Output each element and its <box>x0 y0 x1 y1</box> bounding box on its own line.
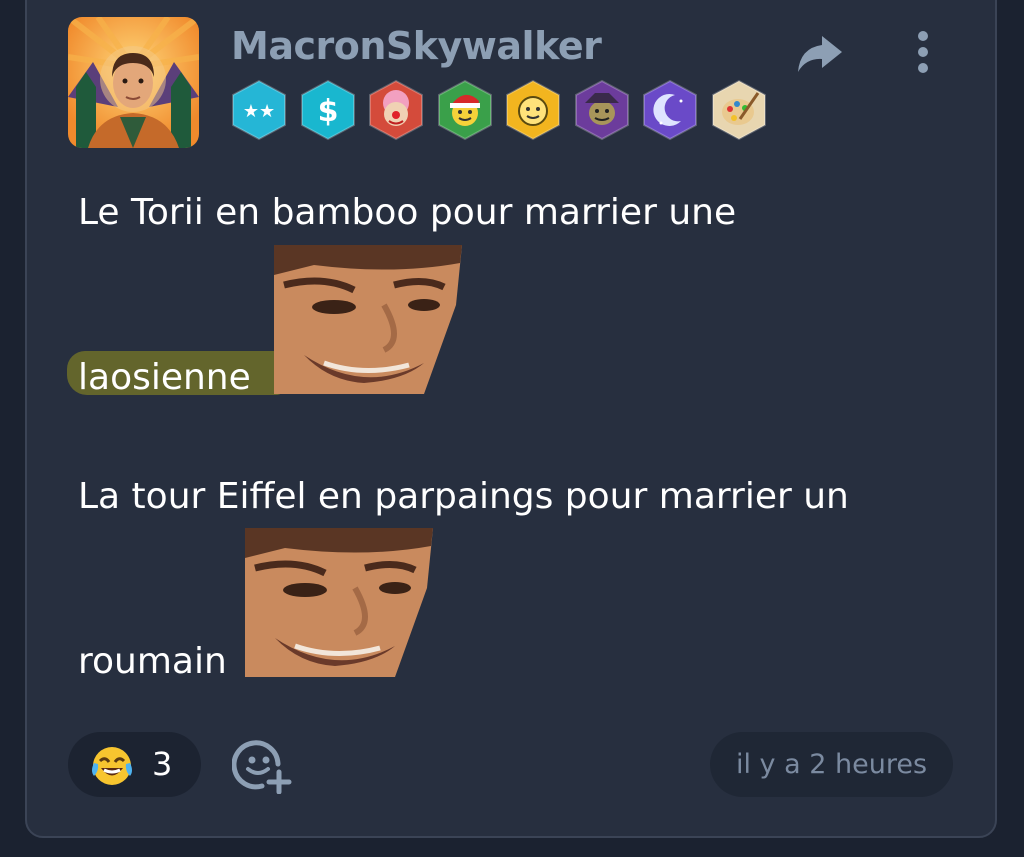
smiley-badge-icon[interactable] <box>504 79 562 141</box>
tears-of-joy-emoji-icon <box>90 743 134 787</box>
clown-badge-icon[interactable] <box>367 79 425 141</box>
dollar-badge-icon[interactable]: $ <box>299 79 357 141</box>
goblin-badge-icon[interactable] <box>573 79 631 141</box>
share-icon[interactable] <box>794 32 846 76</box>
svg-text:$: $ <box>317 94 338 129</box>
timestamp-text: il y a 2 heures <box>735 749 928 780</box>
palette-badge-icon[interactable] <box>710 79 768 141</box>
post-line-4: roumain <box>78 641 227 682</box>
svg-text:★★: ★★ <box>243 101 275 122</box>
santa-smiley-badge-icon[interactable] <box>436 79 494 141</box>
user-avatar[interactable] <box>68 17 199 148</box>
reaction-button[interactable] <box>68 732 201 797</box>
laughing-face-emote <box>245 528 433 677</box>
moon-badge-icon[interactable] <box>641 79 699 141</box>
reaction-count: 3 <box>152 745 173 783</box>
laughing-face-emote <box>274 245 462 394</box>
username[interactable]: MacronSkywalker <box>231 24 602 68</box>
post-line-2: laosienne <box>78 357 251 398</box>
add-reaction-icon[interactable] <box>231 738 294 795</box>
timestamp: il y a 2 heures <box>710 732 953 797</box>
post-line-3: La tour Eiffel en parpaings pour marrier… <box>78 476 849 517</box>
two-stars-badge-icon[interactable]: ★★ <box>230 79 288 141</box>
more-options-icon[interactable] <box>906 28 940 78</box>
post-line-1: Le Torii en bamboo pour marrier une <box>78 192 737 233</box>
